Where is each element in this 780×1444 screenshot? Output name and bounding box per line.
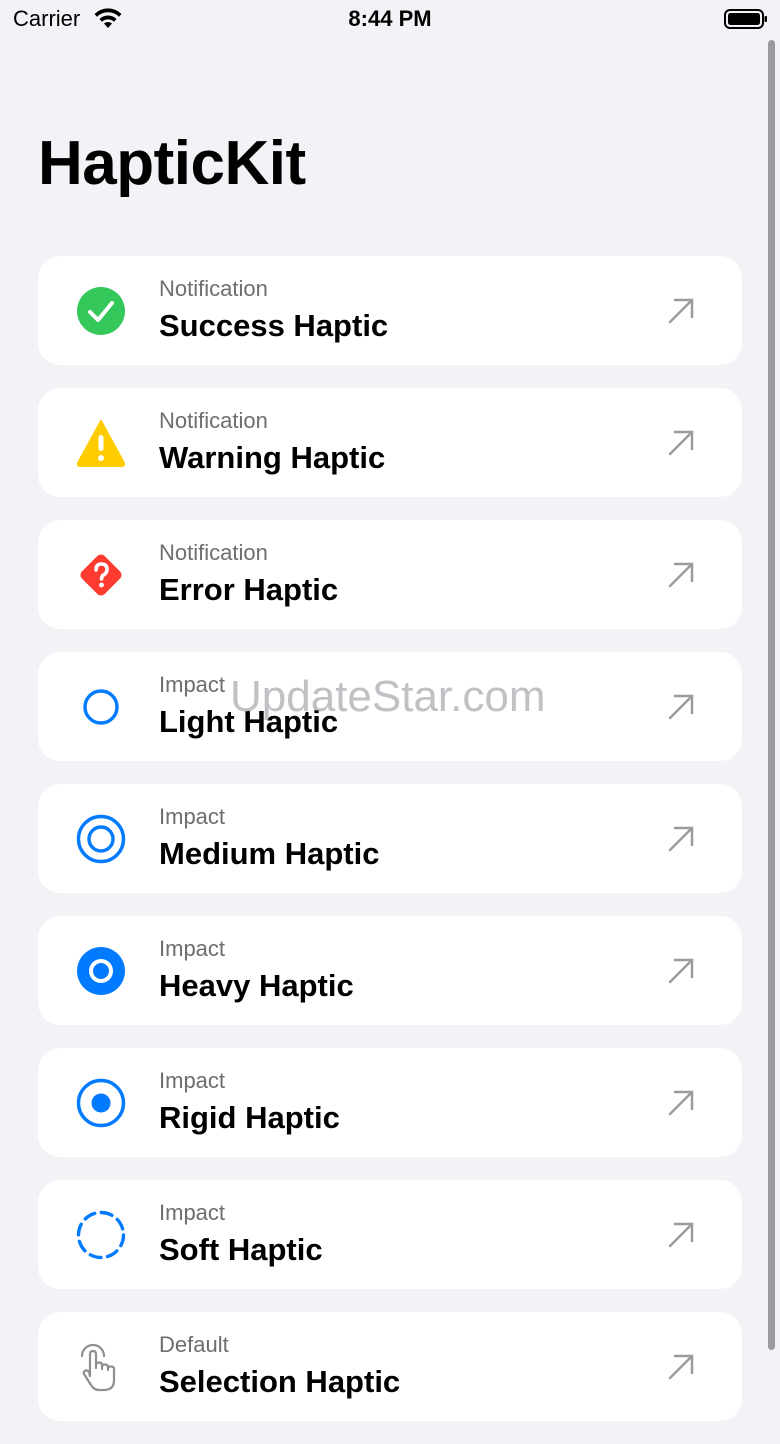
row-label: Medium Haptic (159, 836, 380, 871)
row-warning-haptic[interactable]: Notification Warning Haptic (38, 388, 742, 497)
dashed-circle-icon (76, 1210, 126, 1260)
double-circle-icon (76, 814, 126, 864)
record-circle-icon (76, 1078, 126, 1128)
row-category: Impact (159, 804, 226, 829)
row-light-haptic[interactable]: Impact Light Haptic (38, 652, 742, 761)
row-category: Impact (159, 1068, 226, 1093)
row-label: Soft Haptic (159, 1232, 323, 1267)
hand-tap-icon (76, 1342, 126, 1392)
circle-outline-icon (76, 682, 126, 732)
warning-triangle-icon (76, 418, 126, 468)
row-rigid-haptic[interactable]: Impact Rigid Haptic (38, 1048, 742, 1157)
row-category: Impact (159, 672, 226, 697)
clock: 8:44 PM (348, 6, 432, 31)
row-heavy-haptic[interactable]: Impact Heavy Haptic (38, 916, 742, 1025)
row-label: Selection Haptic (159, 1364, 401, 1399)
arrow-up-right-icon (666, 560, 696, 590)
row-category: Impact (159, 1200, 226, 1225)
row-label: Success Haptic (159, 308, 389, 343)
arrow-up-right-icon (666, 428, 696, 458)
arrow-up-right-icon (666, 956, 696, 986)
row-category: Impact (159, 936, 226, 961)
row-medium-haptic[interactable]: Impact Medium Haptic (38, 784, 742, 893)
row-error-haptic[interactable]: Notification Error Haptic (38, 520, 742, 629)
battery-icon (724, 8, 768, 30)
arrow-up-right-icon (666, 824, 696, 854)
row-success-haptic[interactable]: Notification Success Haptic (38, 256, 742, 365)
arrow-up-right-icon (666, 1220, 696, 1250)
page-title: HapticKit (38, 129, 306, 198)
row-label: Rigid Haptic (159, 1100, 340, 1135)
row-label: Heavy Haptic (159, 968, 354, 1003)
arrow-up-right-icon (666, 296, 696, 326)
filled-ring-icon (76, 946, 126, 996)
arrow-up-right-icon (666, 692, 696, 722)
row-label: Warning Haptic (159, 440, 386, 475)
row-category: Notification (159, 408, 268, 433)
status-bar: Carrier 8:44 PM (0, 0, 780, 40)
arrow-up-right-icon (666, 1352, 696, 1382)
row-category: Notification (159, 540, 268, 565)
arrow-up-right-icon (666, 1088, 696, 1118)
haptic-list: Notification Success Haptic Notification… (38, 256, 742, 1444)
checkmark-circle-icon (76, 286, 126, 336)
scrollbar[interactable] (768, 40, 775, 1350)
question-diamond-icon (76, 550, 126, 600)
row-category: Notification (159, 276, 268, 301)
row-label: Error Haptic (159, 572, 339, 607)
row-category: Default (159, 1332, 229, 1357)
row-soft-haptic[interactable]: Impact Soft Haptic (38, 1180, 742, 1289)
row-selection-haptic[interactable]: Default Selection Haptic (38, 1312, 742, 1421)
row-label: Light Haptic (159, 704, 339, 739)
